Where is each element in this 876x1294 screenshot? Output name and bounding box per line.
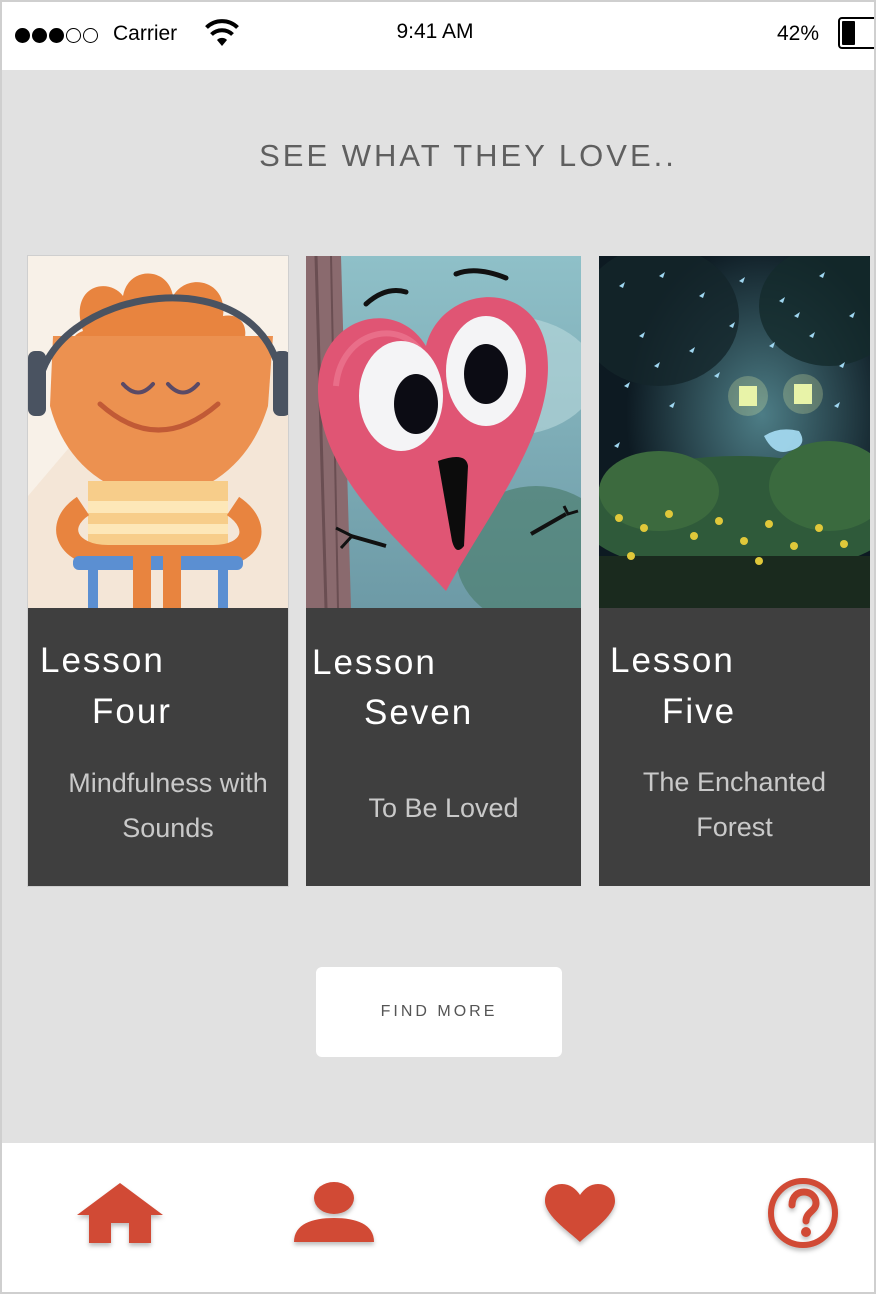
app-frame: Carrier 9:41 AM 42% SEE WHAT THEY LOVE.. xyxy=(0,0,876,1294)
status-bar: Carrier 9:41 AM 42% xyxy=(2,2,874,70)
meditating-character-image xyxy=(28,256,288,608)
lesson-card-five[interactable]: Lesson Five The Enchanted Forest xyxy=(599,256,870,886)
lesson-subtitle: To Be Loved xyxy=(368,793,519,823)
lesson-number-value: Five xyxy=(662,692,737,731)
lesson-card-four[interactable]: Lesson Four Mindfulness with Sounds xyxy=(27,255,289,887)
battery-percentage: 42% xyxy=(777,22,820,45)
section-title: SEE WHAT THEY LOVE.. xyxy=(259,138,677,173)
tab-profile[interactable] xyxy=(284,1173,384,1253)
profile-icon xyxy=(294,1182,374,1242)
tab-favorites[interactable] xyxy=(530,1173,630,1253)
heart-character-image xyxy=(306,256,581,608)
main-content: SEE WHAT THEY LOVE.. Lesson Four Mindful… xyxy=(2,70,874,1143)
help-icon xyxy=(768,1178,838,1248)
lesson-subtitle: The Enchanted Forest xyxy=(642,767,827,842)
home-icon xyxy=(77,1183,163,1243)
lesson-number-label: Lesson xyxy=(312,643,437,682)
find-more-button[interactable]: FIND MORE xyxy=(316,967,562,1057)
lesson-card-seven[interactable]: Lesson Seven To Be Loved xyxy=(306,256,581,886)
clock: 9:41 AM xyxy=(396,20,474,43)
tab-help[interactable] xyxy=(753,1173,853,1253)
lesson-number-value: Four xyxy=(92,692,172,731)
tab-bar xyxy=(2,1143,874,1292)
heart-icon xyxy=(545,1184,615,1242)
battery-icon xyxy=(838,17,874,49)
battery-level xyxy=(842,21,855,45)
lesson-number-label: Lesson xyxy=(40,641,165,680)
lesson-subtitle: Mindfulness with Sounds xyxy=(68,768,268,843)
lesson-number-value: Seven xyxy=(364,693,474,732)
enchanted-forest-image xyxy=(599,256,870,608)
lesson-number-label: Lesson xyxy=(610,641,735,680)
tab-home[interactable] xyxy=(70,1173,170,1253)
